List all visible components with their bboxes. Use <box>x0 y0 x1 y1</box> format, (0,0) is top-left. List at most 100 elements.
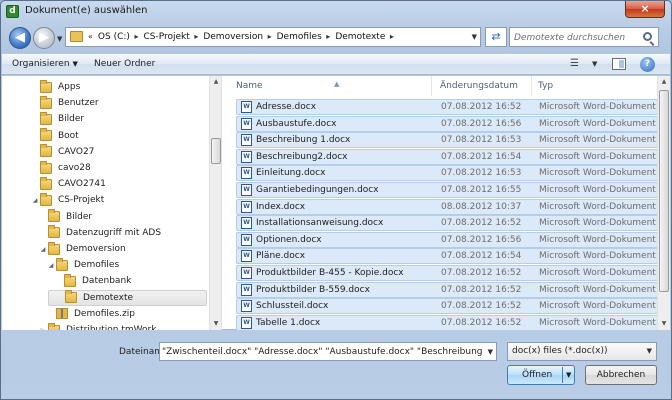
recent-locations-dropdown[interactable]: ▼ <box>57 35 62 43</box>
file-row[interactable]: Schlussteil.docx 07.08.2012 16:52 Microsof… <box>236 298 658 315</box>
file-name: Produktbilder B-455 - Kopie.docx <box>256 268 404 278</box>
file-date: 07.08.2012 16:54 <box>441 151 522 162</box>
file-type: Microsoft Word-Dokument <box>539 201 656 212</box>
breadcrumb-separator[interactable]: ▸ <box>265 32 272 42</box>
file-row[interactable]: Beschreibung 1.docx 07.08.2012 16:53 Micro… <box>236 132 658 149</box>
file-row[interactable]: Tabelle 1.docx 07.08.2012 16:52 Microsoft … <box>236 314 658 330</box>
scroll-down-icon[interactable]: ▼ <box>210 318 221 330</box>
chevron-down-icon[interactable]: ▼ <box>488 348 493 356</box>
expander-icon[interactable]: ◢ <box>38 246 48 253</box>
address-bar[interactable]: « OS (C:) ▸ CS-Projekt ▸ Demoversion ▸ D… <box>65 27 481 47</box>
tree-item[interactable]: Demofiles.zip <box>46 306 135 322</box>
breadcrumb-separator[interactable]: ▸ <box>387 32 394 42</box>
tree-item[interactable]: Boot <box>30 128 79 144</box>
file-row[interactable]: Ausbaustufe.docx 07.08.2012 16:56 Microsof… <box>236 115 658 132</box>
back-button[interactable]: ◀ <box>9 27 31 49</box>
address-dropdown-icon[interactable]: ▼ <box>472 33 477 41</box>
folder-icon <box>40 192 52 206</box>
breadcrumb-item[interactable]: Demoversion <box>203 32 263 42</box>
view-options-dropdown[interactable]: ▼ <box>592 60 597 68</box>
open-button[interactable]: Öffnen ▼ <box>507 365 575 385</box>
organize-button[interactable]: Organisieren ▼ <box>12 59 78 69</box>
breadcrumb-overflow[interactable]: « <box>88 32 93 42</box>
help-icon[interactable]: ? <box>640 57 655 72</box>
button-divider <box>562 367 563 383</box>
file-name: Adresse.docx <box>256 102 317 112</box>
breadcrumb-item[interactable]: OS (C:) <box>98 32 130 42</box>
tree-item-label: CS-Projekt <box>58 195 105 206</box>
file-name: Installationsanweisung.docx <box>256 218 384 229</box>
refresh-button[interactable]: ⇄ <box>485 27 507 47</box>
file-row[interactable]: Index.docx 08.08.2012 10:37 Microsoft Word… <box>236 198 658 215</box>
search-input[interactable] <box>514 31 638 44</box>
preview-pane-icon[interactable] <box>612 58 626 70</box>
nav-scrollbar[interactable]: ▲ ▼ <box>209 76 221 330</box>
tree-item-label: CAVO27 <box>58 146 95 157</box>
file-row[interactable]: Beschreibung2.docx 07.08.2012 16:54 Micros… <box>236 148 658 165</box>
breadcrumb-separator[interactable]: ▸ <box>324 32 330 42</box>
tree-item[interactable]: Benutzer <box>30 95 99 111</box>
tree-item[interactable]: Datenbank <box>54 273 131 289</box>
tree-item[interactable]: cavo28 <box>30 160 91 176</box>
tree-item[interactable]: CAVO2741 <box>30 176 106 192</box>
folder-icon <box>40 128 52 142</box>
file-row[interactable]: Adresse.docx 07.08.2012 16:52 Microsoft Wo… <box>236 99 658 115</box>
file-type: Microsoft Word-Dokument <box>539 234 656 245</box>
column-header-date[interactable]: Änderungsdatum <box>434 76 532 96</box>
word-document-icon <box>241 117 252 130</box>
file-list-scrollbar[interactable]: ▲ ▼ <box>657 76 670 330</box>
window-title: Dokument(e) auswählen <box>25 5 148 16</box>
scroll-thumb[interactable] <box>659 90 669 292</box>
tree-item[interactable]: CAVO27 <box>30 144 94 160</box>
scroll-down-icon[interactable]: ▼ <box>658 318 670 330</box>
breadcrumb-separator[interactable]: ▸ <box>192 32 198 42</box>
breadcrumb-item[interactable]: Demofiles <box>277 32 322 42</box>
tree-item[interactable]: ◢ CS-Projekt <box>30 192 104 208</box>
file-row[interactable]: Produktbilder B-455 - Kopie.docx 07.08.20… <box>236 265 658 281</box>
tree-item[interactable]: Bilder <box>38 209 92 225</box>
new-folder-button[interactable]: Neuer Ordner <box>94 59 155 69</box>
file-row[interactable]: Einleitung.docx 07.08.2012 16:53 Microsoft… <box>236 165 658 182</box>
file-date: 07.08.2012 16:52 <box>441 317 522 328</box>
tree-item[interactable]: ◢ Demoversion <box>38 241 126 257</box>
forward-button[interactable]: ▶ <box>33 27 55 49</box>
tree-item[interactable]: Demotexte <box>48 289 207 306</box>
file-row[interactable]: Pläne.docx 07.08.2012 16:54 Microsoft Word… <box>236 248 658 265</box>
search-box[interactable] <box>509 27 659 47</box>
breadcrumb-item[interactable]: Demotexte <box>335 32 385 42</box>
folder-icon <box>65 290 77 304</box>
chevron-down-icon[interactable]: ▼ <box>566 371 571 379</box>
filetype-select[interactable]: doc(x) files (*.doc(x)) ▼ <box>507 342 657 361</box>
filename-combobox[interactable]: ▼ <box>159 342 497 361</box>
chevron-right-icon[interactable]: ▷ <box>38 327 48 331</box>
cancel-button[interactable]: Abbrechen <box>585 365 657 385</box>
tree-item[interactable]: ▷ Distribution tmWork <box>38 322 156 330</box>
tree-item[interactable]: Apps <box>30 79 80 95</box>
scroll-up-icon[interactable]: ▲ <box>210 76 221 88</box>
scroll-thumb[interactable] <box>211 138 221 164</box>
word-document-icon <box>241 250 252 263</box>
view-details-icon[interactable]: ☰ <box>570 58 579 69</box>
column-header-name[interactable]: Name ▲ <box>230 76 432 96</box>
folder-icon <box>48 241 60 255</box>
breadcrumb-separator[interactable]: ▸ <box>132 32 138 42</box>
column-header-type[interactable]: Typ <box>532 76 656 96</box>
word-document-icon <box>241 283 252 296</box>
expander-icon[interactable]: ◢ <box>46 262 56 269</box>
filename-input[interactable] <box>162 346 482 358</box>
folder-icon <box>56 257 68 271</box>
scroll-up-icon[interactable]: ▲ <box>658 76 670 88</box>
close-button[interactable]: × <box>625 1 665 18</box>
breadcrumb-item[interactable]: CS-Projekt <box>143 32 189 42</box>
file-row[interactable]: Garantiebedingungen.docx 07.08.2012 16:55… <box>236 182 658 198</box>
expander-icon[interactable]: ◢ <box>30 197 40 204</box>
tree-item[interactable]: Datenzugriff mit ADS <box>38 225 161 241</box>
file-row[interactable]: Installationsanweisung.docx 07.08.2012 16… <box>236 215 658 232</box>
file-row[interactable]: Optionen.docx 07.08.2012 16:56 Microsoft W… <box>236 231 658 248</box>
tree-item[interactable]: Bilder <box>30 111 84 127</box>
tree-item[interactable]: ◢ Demofiles <box>46 257 119 273</box>
file-row[interactable]: Produktbilder B-559.docx 07.08.2012 16:52… <box>236 281 658 298</box>
search-icon[interactable] <box>643 32 652 41</box>
tree-item-label: Demotexte <box>83 292 134 303</box>
file-type: Microsoft Word-Dokument <box>539 135 656 146</box>
